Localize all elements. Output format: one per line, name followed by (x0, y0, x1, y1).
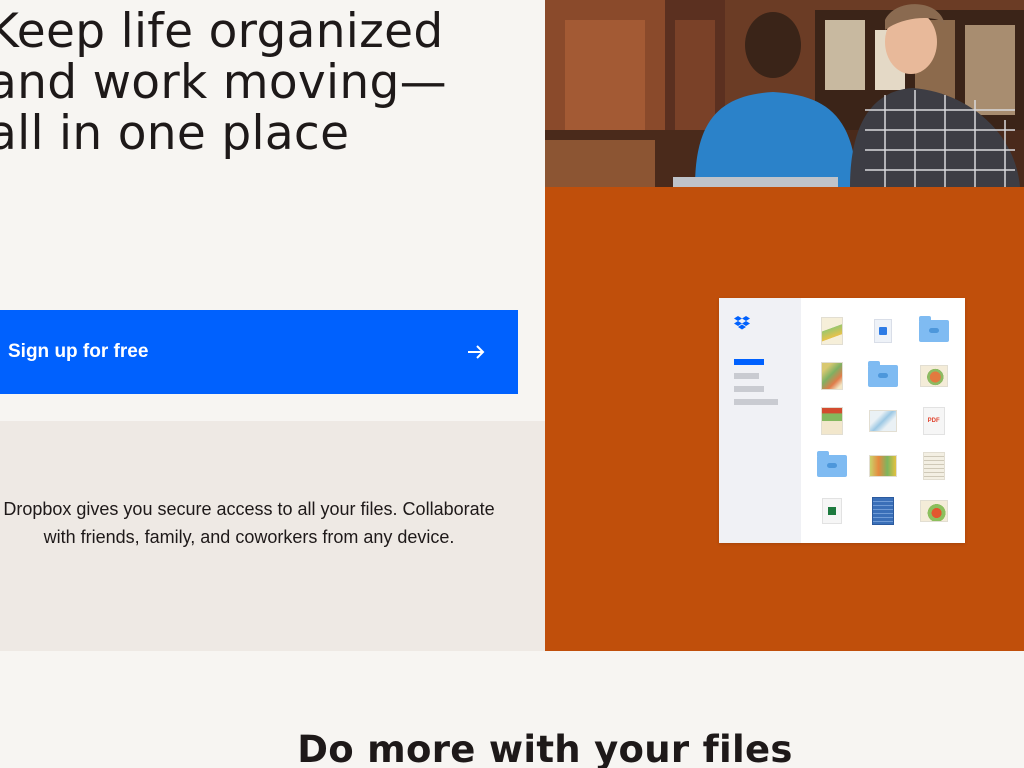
file-tile (858, 488, 909, 533)
file-tile (858, 353, 909, 398)
file-tile (807, 353, 858, 398)
hero-left-panel: Keep life organized and work moving— all… (0, 0, 545, 421)
map-thumbnail (821, 316, 844, 345)
section-title: Do more with your files (297, 728, 793, 768)
document-icon (873, 318, 892, 343)
shared-folder-icon (817, 450, 848, 477)
map-thumbnail (919, 499, 948, 522)
map-thumbnail (821, 361, 844, 390)
file-tile (858, 308, 909, 353)
sign-up-button-label: Sign up for free (8, 341, 149, 362)
file-tile (908, 488, 959, 533)
hero-headline: Keep life organized and work moving— all… (0, 4, 447, 161)
app-preview-window: PDF (719, 298, 965, 543)
arrow-right-icon (468, 345, 485, 359)
file-tile (908, 443, 959, 488)
map-thumbnail (919, 364, 948, 387)
map-thumbnail (868, 454, 897, 477)
file-tile (807, 488, 858, 533)
document-thumbnail (922, 451, 945, 480)
hero-photo (545, 0, 1024, 187)
sign-up-button[interactable]: Sign up for free (0, 310, 518, 394)
file-tile: PDF (908, 398, 959, 443)
pdf-icon: PDF (922, 406, 945, 435)
description-box: Dropbox gives you secure access to all y… (0, 421, 545, 651)
file-tile (908, 308, 959, 353)
shared-folder-icon (867, 360, 898, 387)
app-preview-sidebar (719, 298, 801, 543)
map-thumbnail (821, 406, 844, 435)
document-thumbnail (871, 496, 894, 525)
hero-description: Dropbox gives you secure access to all y… (3, 499, 495, 547)
sidebar-nav-active (734, 359, 764, 365)
sidebar-nav-item (734, 386, 764, 392)
spreadsheet-icon (822, 497, 843, 524)
sidebar-nav-item (734, 373, 759, 379)
shared-folder-icon (918, 315, 949, 342)
sidebar-nav-item (734, 399, 778, 405)
file-tile (908, 353, 959, 398)
file-tile (807, 398, 858, 443)
file-tile (807, 443, 858, 488)
file-tile (807, 308, 858, 353)
dropbox-logo-icon (734, 316, 750, 330)
product-showcase-panel: PDF (545, 187, 1024, 651)
file-tile (858, 398, 909, 443)
map-thumbnail (868, 409, 897, 432)
app-preview-file-grid: PDF (801, 298, 965, 543)
file-tile (858, 443, 909, 488)
